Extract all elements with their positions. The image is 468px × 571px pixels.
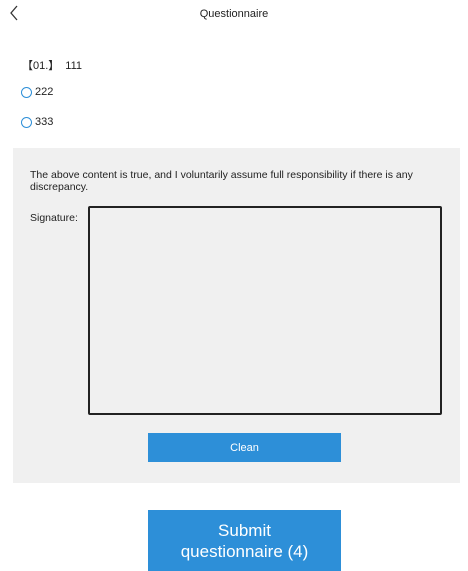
signature-label: Signature: — [30, 212, 78, 224]
declaration-text: The above content is true, and I volunta… — [30, 169, 413, 193]
clean-button[interactable]: Clean — [148, 433, 341, 462]
question-number: 【01.】 — [22, 60, 60, 72]
question-text: 【01.】 111 — [22, 57, 82, 73]
radio-button[interactable] — [21, 86, 32, 98]
header-bar: Questionnaire — [0, 0, 468, 30]
submit-label-line1: Submit — [218, 520, 271, 540]
questionnaire-screen: Questionnaire 【01.】 111 222 333 The above… — [0, 0, 468, 571]
page-title: Questionnaire — [199, 8, 269, 20]
submit-label-line2: questionnaire (4) — [180, 541, 309, 561]
declaration-panel: The above content is true, and I volunta… — [13, 148, 460, 483]
option-label: 333 — [35, 116, 54, 128]
radio-button[interactable] — [21, 116, 32, 128]
option-222[interactable]: 222 — [21, 86, 53, 98]
signature-pad[interactable] — [88, 206, 442, 415]
submit-questionnaire-button[interactable]: Submit questionnaire (4) — [148, 510, 341, 571]
option-label: 222 — [35, 86, 54, 98]
option-333[interactable]: 333 — [21, 116, 53, 128]
question-label: 111 — [65, 60, 83, 72]
